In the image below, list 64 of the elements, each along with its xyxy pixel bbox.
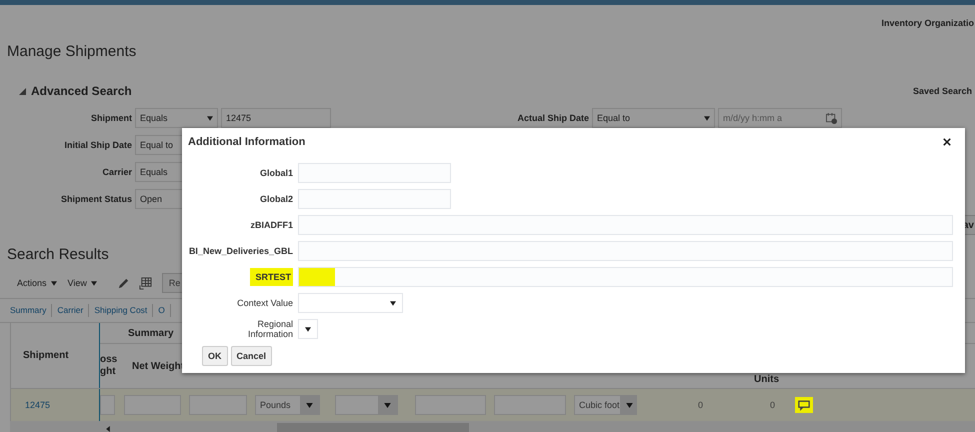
table-cell-text: 0 [768, 400, 775, 410]
column-header[interactable]: Shipment [23, 350, 69, 361]
field-label: BI_New_Deliveries_GBL [188, 246, 293, 256]
unit-select[interactable]: Cubic foot [574, 395, 637, 415]
field-label: zBIADFF1 [250, 220, 293, 230]
dropdown-icon [306, 402, 313, 408]
input-field[interactable] [298, 215, 953, 235]
field-label: Shipment Status [60, 194, 132, 204]
input-field[interactable] [100, 395, 115, 415]
tab-link[interactable]: Summary [5, 304, 52, 317]
menu-button[interactable]: View [68, 278, 97, 288]
field-label: Global1 [258, 168, 293, 178]
section-title: Advanced Search [31, 84, 132, 98]
input-field[interactable] [298, 189, 451, 209]
dropdown-icon [704, 116, 710, 120]
tab-link[interactable]: Carrier [52, 304, 90, 317]
dropdown-icon [384, 402, 391, 408]
select-field[interactable] [298, 293, 403, 313]
scrollbar[interactable] [10, 421, 975, 432]
saved-search-label: Saved Search [912, 86, 972, 96]
dropdown-icon [50, 280, 57, 286]
dialog-button[interactable]: OK [202, 346, 228, 366]
field-label: Shipment [90, 113, 132, 123]
column-header[interactable]: Units [754, 374, 779, 385]
input-field[interactable] [298, 163, 451, 183]
table-cell-text: 0 [696, 400, 703, 410]
dropdown-icon [626, 402, 633, 408]
field-label: Context Value [236, 298, 293, 308]
dropdown-icon [207, 116, 213, 120]
field-label: SRTEST [250, 268, 293, 286]
field-label: Initial Ship Date [63, 140, 132, 150]
unit-select[interactable]: Pounds [255, 395, 320, 415]
shipment-link[interactable]: 12475 [25, 400, 50, 410]
field-label: Regional Information [246, 319, 293, 339]
operator-select[interactable]: Equal to [592, 108, 715, 128]
field-label: Actual Ship Date [516, 113, 589, 123]
tab-link[interactable]: Shipping Cost [89, 304, 154, 317]
organization-label[interactable]: Inventory Organizatio [881, 18, 974, 28]
operator-select[interactable]: Equals [135, 108, 218, 128]
table-icon[interactable] [138, 276, 152, 290]
input-field[interactable] [298, 267, 953, 287]
column-group-header: Summary [128, 328, 174, 338]
select-field[interactable] [298, 319, 318, 339]
page-title: Manage Shipments [7, 43, 136, 61]
dropdown-icon [90, 280, 97, 286]
field-label: Carrier [101, 167, 132, 177]
collapse-icon[interactable] [19, 88, 26, 94]
input-field[interactable] [298, 241, 953, 261]
section-title: Search Results [7, 246, 109, 264]
scroll-left-icon[interactable] [106, 426, 110, 432]
input-field[interactable]: 12475 [221, 108, 331, 128]
calendar-icon [826, 112, 837, 124]
close-icon[interactable] [943, 138, 951, 146]
message-icon[interactable] [795, 397, 813, 413]
field-label: Global2 [258, 194, 293, 204]
tab-link[interactable]: O [153, 304, 171, 317]
table-row[interactable]: 12475 Pounds Cubic foot 0 0 [10, 389, 975, 421]
unit-select[interactable] [335, 395, 398, 415]
dialog-button[interactable]: Cancel [230, 346, 272, 366]
menu-button[interactable]: Actions [17, 278, 57, 288]
dropdown-icon [305, 326, 311, 332]
pencil-icon[interactable] [116, 276, 130, 290]
dropdown-icon [390, 300, 396, 306]
column-header[interactable]: oss ght [100, 354, 120, 378]
